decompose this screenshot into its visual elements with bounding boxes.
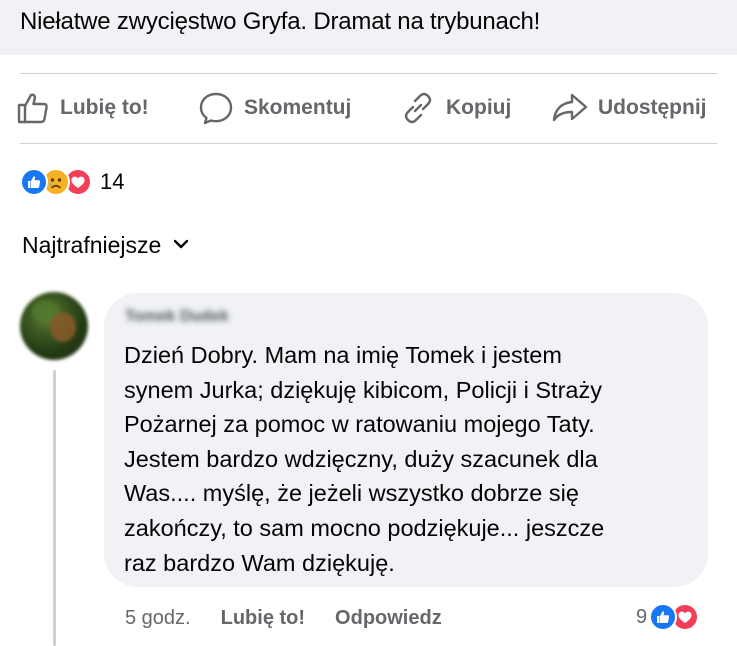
comment-text-line: synem Jurka; dziękuję kibicom, Policji i…	[124, 376, 602, 403]
copy-link-button-label: Kopiuj	[446, 96, 512, 119]
like-reaction-icon	[649, 603, 678, 631]
comment-text-line: raz bardzo Wam dziękuję.	[124, 549, 395, 576]
comment-text-line: Dzień Dobry. Mam na imię Tomek i jestem	[124, 342, 562, 368]
comment-author[interactable]: Tomek Dudek	[125, 308, 229, 326]
share-icon	[552, 91, 588, 125]
thread-line	[53, 370, 56, 646]
share-button[interactable]: Udostępnij	[552, 82, 707, 134]
comment-sort-dropdown[interactable]: Najtrafniejsze	[22, 232, 189, 259]
like-button-label: Lubię to!	[60, 96, 149, 119]
reaction-icons	[20, 168, 108, 196]
copy-link-button[interactable]: Kopiuj	[400, 82, 511, 134]
divider-top	[20, 73, 717, 74]
like-reaction-icon	[20, 168, 48, 196]
comment-button[interactable]: Skomentuj	[198, 82, 351, 134]
like-button[interactable]: Lubię to!	[16, 82, 149, 134]
chevron-down-icon	[161, 237, 189, 255]
comment-text: Dzień Dobry. Mam na imię Tomek i jestem …	[124, 338, 699, 580]
comment-like-button[interactable]: Lubię to!	[221, 607, 305, 630]
comment-reactions[interactable]: 9	[636, 603, 700, 631]
commenter-avatar[interactable]	[20, 292, 88, 360]
comment-text-line: Was.... myślę, że jeżeli wszystko dobrze…	[124, 480, 579, 507]
comment-icon	[198, 91, 234, 125]
comment-footer: 5 godz. Lubię to! Odpowiedz	[125, 604, 442, 632]
post-actions: Lubię to! Skomentuj Kopiuj Udostępnij	[0, 82, 737, 134]
post-title-bar: Niełatwe zwycięstwo Gryfa. Dramat na try…	[0, 0, 737, 55]
comment-sort-label: Najtrafniejsze	[22, 232, 162, 258]
divider-bottom	[20, 143, 717, 144]
comment-timestamp[interactable]: 5 godz.	[125, 607, 191, 630]
link-icon	[400, 90, 436, 126]
comment-reaction-count: 9	[636, 605, 648, 628]
comment-text-line: zakończy, to sam mocno podziękuje... jes…	[124, 514, 605, 541]
comment-text-line: Jestem bardzo wdzięczny, duży szacunek d…	[124, 445, 598, 472]
thumbs-up-icon	[16, 91, 50, 125]
comment-reaction-icons	[649, 603, 700, 631]
comment-bubble: Tomek Dudek Dzień Dobry. Mam na imię Tom…	[104, 293, 708, 587]
reactions-summary[interactable]: 14	[20, 168, 124, 196]
comment-reply-button[interactable]: Odpowiedz	[335, 607, 442, 630]
share-button-label: Udostępnij	[598, 96, 707, 119]
comment-text-line: Pożarnej za pomoc w ratowaniu mojego Tat…	[124, 411, 595, 438]
post-title[interactable]: Niełatwe zwycięstwo Gryfa. Dramat na try…	[20, 8, 540, 36]
comment-button-label: Skomentuj	[244, 96, 352, 119]
